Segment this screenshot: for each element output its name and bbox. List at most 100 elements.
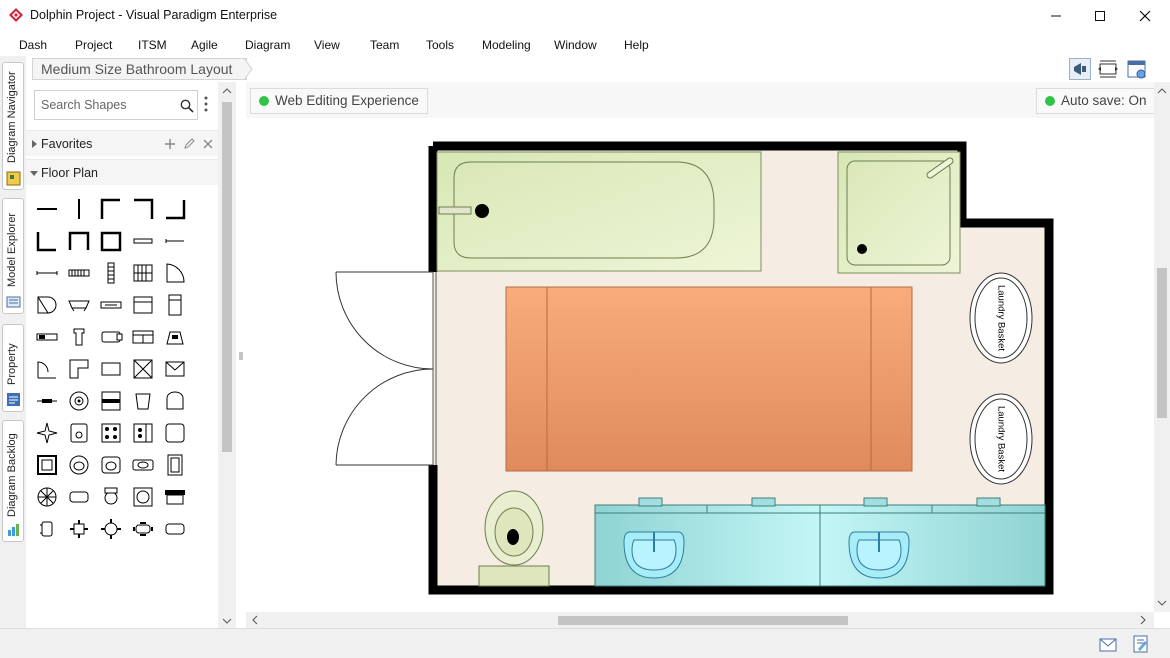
menu-tools[interactable]: Tools — [426, 38, 454, 52]
add-icon[interactable] — [164, 138, 176, 150]
mail-icon[interactable] — [1099, 638, 1117, 652]
shape-car-icon[interactable] — [162, 484, 188, 510]
notes-icon[interactable] — [1133, 635, 1149, 653]
double-door[interactable] — [335, 271, 437, 466]
shape-rail-icon[interactable] — [34, 388, 60, 414]
shape-door-icon[interactable] — [34, 356, 60, 382]
shape-wall-icon[interactable] — [66, 356, 92, 382]
search-shapes-input[interactable] — [41, 96, 171, 114]
tab-property[interactable]: Property — [2, 324, 24, 412]
menu-diagram[interactable]: Diagram — [245, 38, 290, 52]
scroll-up-icon[interactable] — [1154, 86, 1170, 96]
search-icon[interactable] — [180, 99, 194, 113]
minimize-button[interactable] — [1033, 4, 1079, 28]
shape-wall-icon[interactable] — [66, 196, 92, 222]
menu-window[interactable]: Window — [554, 38, 597, 52]
shape-toilet-icon[interactable] — [98, 484, 124, 510]
shape-corner-icon[interactable] — [162, 196, 188, 222]
panel-splitter[interactable] — [236, 82, 246, 628]
menu-help[interactable]: Help — [624, 38, 649, 52]
shape-bin-icon[interactable] — [130, 388, 156, 414]
shape-window-icon[interactable] — [162, 452, 188, 478]
palette-scrollbar[interactable] — [218, 82, 236, 628]
shape-tv-icon[interactable] — [98, 356, 124, 382]
palette-menu-icon[interactable] — [204, 96, 208, 112]
palette-scroll-thumb[interactable] — [222, 102, 232, 452]
breadcrumb-diagram[interactable]: Medium Size Bathroom Layout — [32, 58, 248, 80]
tab-diagram-navigator[interactable]: Diagram Navigator — [2, 62, 24, 190]
shape-shelf-icon[interactable] — [34, 324, 60, 350]
shower[interactable] — [837, 151, 961, 274]
canvas-horizontal-scrollbar[interactable] — [246, 612, 1154, 628]
shape-crate-icon[interactable] — [130, 356, 156, 382]
bathroom-floor-plan[interactable]: Laundry Basket Laundry Basket — [246, 82, 1154, 612]
menu-agile[interactable]: Agile — [191, 38, 218, 52]
maximize-button[interactable] — [1077, 4, 1123, 28]
shape-sink-icon[interactable] — [130, 452, 156, 478]
shape-table-icon[interactable] — [98, 516, 124, 542]
menu-dash[interactable]: Dash — [19, 38, 47, 52]
edit-icon[interactable] — [183, 138, 195, 150]
scroll-down-icon[interactable] — [218, 616, 236, 626]
vertical-scroll-thumb[interactable] — [1157, 268, 1167, 418]
shape-wall-icon[interactable] — [66, 228, 92, 254]
shape-radiator-icon[interactable] — [98, 260, 124, 286]
shape-shelf-icon[interactable] — [98, 292, 124, 318]
fit-diagram-icon[interactable] — [1097, 58, 1119, 80]
laundry-basket[interactable]: Laundry Basket — [969, 272, 1033, 364]
shape-table-icon[interactable] — [130, 516, 156, 542]
laundry-basket[interactable]: Laundry Basket — [969, 393, 1033, 485]
close-button[interactable] — [1122, 4, 1168, 28]
shape-radiator-icon[interactable] — [130, 260, 156, 286]
favorites-section[interactable]: Favorites — [26, 130, 219, 156]
remove-icon[interactable] — [202, 138, 214, 150]
shape-table-icon[interactable] — [66, 516, 92, 542]
menu-modeling[interactable]: Modeling — [482, 38, 531, 52]
shape-cabinet-icon[interactable] — [130, 324, 156, 350]
shape-speaker-icon[interactable] — [66, 388, 92, 414]
shape-cabinet-icon[interactable] — [130, 292, 156, 318]
shape-shelf-icon[interactable] — [98, 388, 124, 414]
scroll-right-icon[interactable] — [1138, 612, 1148, 628]
shape-door-icon[interactable] — [162, 260, 188, 286]
floor-plan-section[interactable]: Floor Plan — [26, 159, 219, 185]
shape-stove-icon[interactable] — [98, 420, 124, 446]
announcement-icon[interactable] — [1069, 58, 1091, 80]
shape-door-icon[interactable] — [34, 292, 60, 318]
shape-stove-icon[interactable] — [130, 420, 156, 446]
shape-counter-icon[interactable] — [162, 420, 188, 446]
shape-table-icon[interactable] — [162, 516, 188, 542]
shape-window-icon[interactable] — [130, 228, 156, 254]
menu-itsm[interactable]: ITSM — [138, 38, 167, 52]
menu-view[interactable]: View — [314, 38, 340, 52]
shape-sink-icon[interactable] — [98, 452, 124, 478]
shape-corner-icon[interactable] — [130, 196, 156, 222]
canvas-vertical-scrollbar[interactable] — [1154, 82, 1170, 612]
shape-fireplace-icon[interactable] — [162, 324, 188, 350]
shape-room-icon[interactable] — [34, 452, 60, 478]
shape-chair-icon[interactable] — [66, 420, 92, 446]
scroll-down-icon[interactable] — [1154, 598, 1170, 608]
diagram-settings-icon[interactable] — [1126, 58, 1148, 80]
tab-model-explorer[interactable]: Model Explorer — [2, 198, 24, 314]
shape-radiator-icon[interactable] — [66, 260, 92, 286]
scroll-left-icon[interactable] — [250, 612, 260, 628]
shape-stool-icon[interactable] — [66, 324, 92, 350]
shape-table-icon[interactable] — [66, 484, 92, 510]
scroll-up-icon[interactable] — [218, 86, 236, 96]
bathtub[interactable] — [436, 151, 762, 272]
menu-team[interactable]: Team — [370, 38, 399, 52]
shape-sink-icon[interactable] — [66, 452, 92, 478]
tab-diagram-backlog[interactable]: Diagram Backlog — [2, 420, 24, 542]
double-vanity[interactable] — [594, 497, 1046, 587]
diagram-canvas[interactable]: Web Editing Experience Auto save: On Lau… — [246, 82, 1156, 612]
shape-basin-icon[interactable] — [130, 484, 156, 510]
shape-iron-icon[interactable] — [98, 324, 124, 350]
shape-wall-icon[interactable] — [34, 260, 60, 286]
shape-room-icon[interactable] — [98, 228, 124, 254]
shape-corner-icon[interactable] — [98, 196, 124, 222]
shape-chair-icon[interactable] — [66, 292, 92, 318]
menu-project[interactable]: Project — [75, 38, 112, 52]
shape-cabinet-icon[interactable] — [162, 292, 188, 318]
shape-mail-icon[interactable] — [162, 356, 188, 382]
